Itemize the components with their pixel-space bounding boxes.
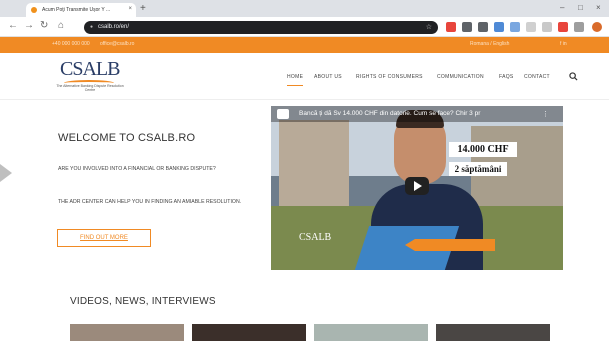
site-favicon-icon — [31, 7, 37, 13]
video-thumbnail[interactable] — [436, 324, 550, 341]
nav-communication[interactable]: COMMUNICATION — [437, 74, 484, 80]
hero-paragraph-2: THE ADR CENTER CAN HELP YOU IN FINDING A… — [58, 199, 242, 205]
extension-icon[interactable] — [510, 22, 520, 32]
find-out-more-button[interactable]: FIND OUT MORE — [57, 229, 151, 247]
reload-icon[interactable]: ↻ — [40, 21, 48, 31]
browser-tab-title: Acum Poţi Transmite Ușor Y ... — [42, 7, 111, 13]
video-title[interactable]: Bancă ți dă Sv 14.000 CHF din datorie. C… — [299, 110, 480, 117]
nav-rights-of-consumers[interactable]: RIGHTS OF CONSUMERS — [356, 74, 423, 80]
more-options-icon[interactable]: ⋮ — [542, 110, 549, 118]
extension-icon[interactable] — [526, 22, 536, 32]
extension-icon[interactable] — [462, 22, 472, 32]
extension-icon[interactable] — [446, 22, 456, 32]
extension-icon[interactable] — [478, 22, 488, 32]
site-top-bar: +40 000 000 000 office@csalb.ro Romana /… — [0, 37, 609, 53]
new-tab-button[interactable]: + — [140, 4, 146, 14]
section-title: VIDEOS, NEWS, INTERVIEWS — [70, 296, 216, 307]
address-bar-url: csalb.ro/en/ — [98, 24, 130, 30]
email-link[interactable]: office@csalb.ro — [100, 41, 134, 47]
extension-icon[interactable] — [574, 22, 584, 32]
extension-icon[interactable] — [494, 22, 504, 32]
maximize-button[interactable]: □ — [578, 3, 583, 12]
video-overlay-label: 14.000 CHF — [449, 142, 517, 157]
home-icon[interactable]: ⌂ — [58, 21, 64, 31]
video-orange-arrow — [405, 239, 495, 251]
extension-icon[interactable] — [558, 22, 568, 32]
video-player[interactable]: CSALB Bancă ți dă Sv 14.000 CHF din dato… — [271, 106, 563, 270]
minimize-button[interactable]: – — [560, 3, 564, 12]
profile-avatar[interactable] — [592, 22, 602, 32]
nav-contact[interactable]: CONTACT — [524, 74, 550, 80]
channel-avatar[interactable] — [277, 109, 289, 119]
video-thumbnail[interactable] — [70, 324, 184, 341]
browser-tab[interactable]: Acum Poţi Transmite Ușor Y ... × — [26, 3, 136, 17]
logo-subtitle: The Alternative Banking Dispute Resoluti… — [56, 84, 124, 92]
lock-icon: ● — [90, 24, 94, 30]
video-thumbnail[interactable] — [314, 324, 428, 341]
video-thumbnail[interactable] — [192, 324, 306, 341]
close-window-button[interactable]: × — [596, 3, 601, 12]
forward-icon[interactable]: → — [24, 21, 34, 31]
video-overlay-label: 2 săptămâni — [449, 162, 507, 176]
video-title-bar: Bancă ți dă Sv 14.000 CHF din datorie. C… — [271, 106, 563, 122]
header-divider — [0, 99, 609, 100]
social-links[interactable]: f in — [560, 41, 567, 47]
active-nav-indicator — [287, 85, 303, 86]
browser-tab-bar: Acum Poţi Transmite Ușor Y ... × + – □ × — [0, 0, 609, 17]
video-logo: CSALB — [299, 232, 332, 243]
tab-close-icon[interactable]: × — [128, 6, 132, 12]
nav-faqs[interactable]: FAQS — [499, 74, 514, 80]
hero-paragraph-1: ARE YOU INVOLVED INTO A FINANCIAL OR BAN… — [58, 166, 216, 172]
nav-home[interactable]: HOME — [287, 74, 303, 80]
language-switcher[interactable]: Romana / English — [470, 41, 509, 47]
extension-icon[interactable] — [542, 22, 552, 32]
play-button-icon[interactable] — [405, 177, 429, 195]
slider-arrow-icon[interactable] — [0, 164, 12, 182]
phone-link[interactable]: +40 000 000 000 — [52, 41, 90, 47]
back-icon[interactable]: ← — [8, 21, 18, 31]
search-icon[interactable] — [569, 72, 578, 83]
hero-title: WELCOME TO CSALB.RO — [58, 132, 196, 144]
site-logo[interactable]: CSALB The Alternative Banking Dispute Re… — [50, 58, 130, 100]
nav-about-us[interactable]: ABOUT US — [314, 74, 342, 80]
logo-text: CSALB — [60, 58, 120, 80]
browser-toolbar: ← → ↻ ⌂ ● csalb.ro/en/ ☆ — [0, 17, 609, 37]
address-bar[interactable]: ● csalb.ro/en/ ☆ — [84, 21, 438, 34]
bookmark-star-icon[interactable]: ☆ — [426, 23, 432, 31]
